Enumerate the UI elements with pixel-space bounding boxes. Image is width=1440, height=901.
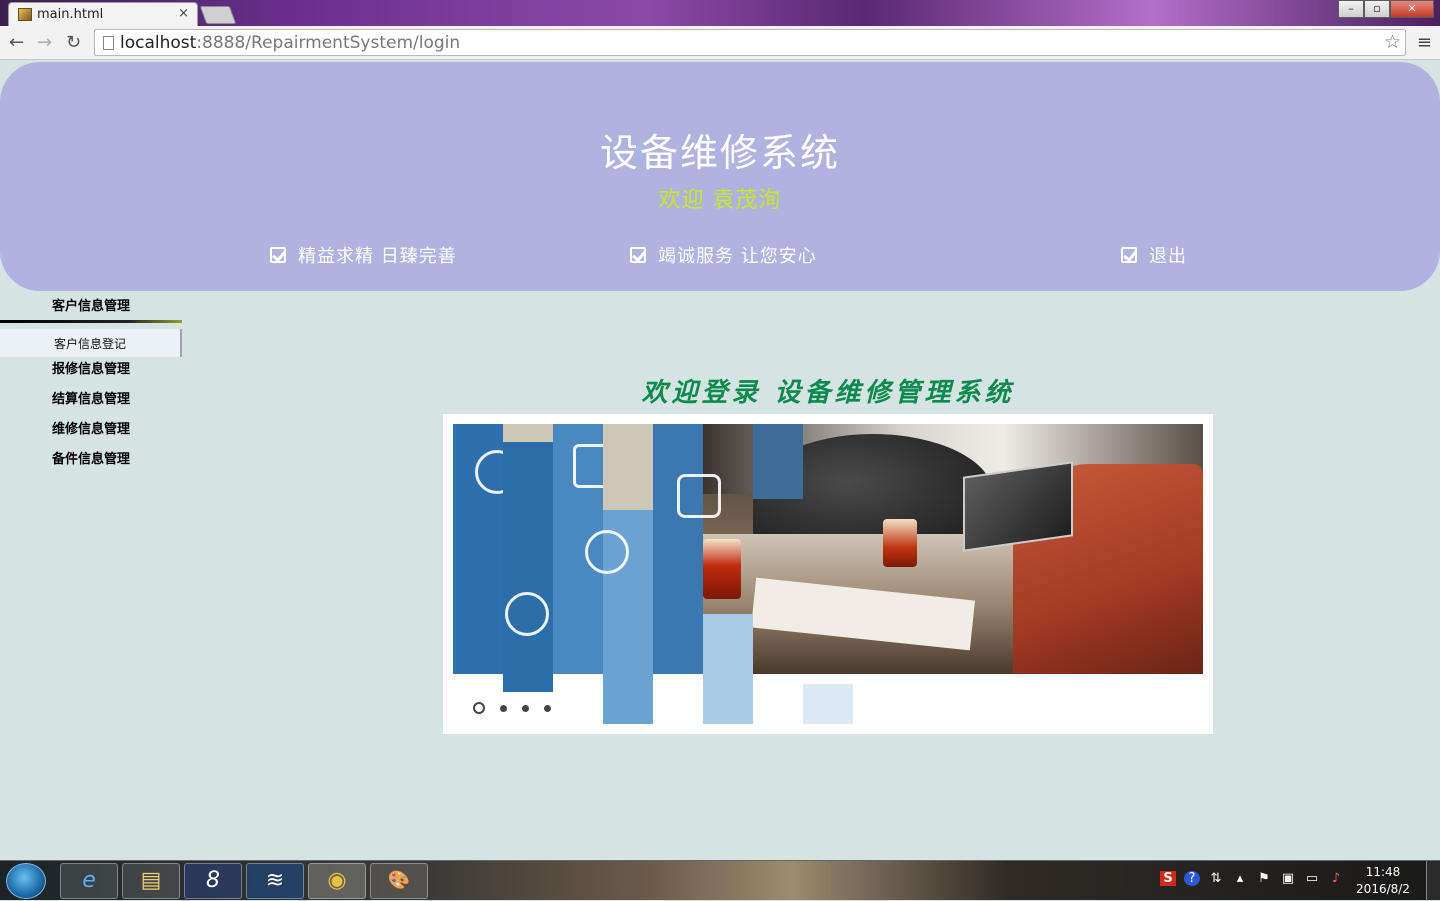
help-icon[interactable]: ? (1184, 871, 1200, 886)
site-title: 设备维修系统 (599, 131, 840, 175)
header-link-slogan-1[interactable]: 精益求精 日臻完善 (270, 242, 457, 268)
browser-tab[interactable]: main.html × (8, 2, 198, 26)
back-button[interactable]: ← (9, 32, 24, 53)
show-hidden-icon[interactable]: ▴ (1232, 871, 1248, 886)
device-icon (585, 530, 629, 574)
image-slider[interactable] (443, 414, 1213, 734)
tab-title: main.html (37, 7, 104, 22)
new-tab-button[interactable] (199, 6, 237, 24)
clock-time: 11:48 (1365, 865, 1401, 879)
paint-icon[interactable]: 🎨 (370, 863, 428, 899)
header-link-label: 竭诚服务 让您安心 (658, 246, 817, 267)
slider-dot-2[interactable] (500, 705, 507, 712)
transition-tile (803, 684, 853, 724)
header-link-slogan-2[interactable]: 竭诚服务 让您安心 (630, 242, 817, 268)
app-8-icon[interactable]: 8 (184, 863, 242, 899)
url-host: localhost (120, 33, 197, 53)
page-favicon-icon (18, 8, 32, 21)
volume-muted-icon[interactable]: ♪ (1328, 871, 1344, 886)
address-bar[interactable]: localhost:8888/RepairmentSystem/login ☆ (94, 29, 1406, 56)
welcome-user: 欢迎 袁茂洵 (658, 188, 782, 213)
document-icon (677, 474, 721, 518)
transition-tile (703, 614, 753, 724)
sidebar-item-repair-request[interactable]: 报修信息管理 (0, 359, 182, 389)
browser-menu-icon[interactable]: ≡ (1417, 32, 1432, 53)
slider-dots (473, 702, 551, 714)
reload-button[interactable]: ↻ (66, 32, 81, 53)
network-arrows-icon[interactable]: ⇅ (1208, 871, 1224, 886)
browser-toolbar: ← → ↻ localhost:8888/RepairmentSystem/lo… (0, 26, 1440, 60)
device-icon[interactable]: ▣ (1280, 871, 1296, 886)
logout-link[interactable]: 退出 (1121, 242, 1187, 268)
clock-date: 2016/8/2 (1356, 882, 1410, 896)
checkbox-icon (1121, 247, 1137, 263)
start-button[interactable] (6, 863, 46, 899)
user-icon (505, 592, 549, 636)
system-clock[interactable]: 11:48 2016/8/2 (1352, 864, 1414, 898)
window-controls: – ▫ ✕ (1338, 0, 1434, 18)
monitor-icon[interactable]: ▭ (1304, 871, 1320, 886)
sidebar-menu: 客户信息管理 客户信息登记 报修信息管理 结算信息管理 维修信息管理 备件信息管… (0, 296, 182, 479)
welcome-heading: 欢迎登录 设备维修管理系统 (641, 378, 1015, 408)
tab-close-icon[interactable]: × (178, 6, 189, 21)
show-desktop-button[interactable] (1426, 861, 1440, 901)
page-header: 设备维修系统 欢迎 袁茂洵 精益求精 日臻完善 竭诚服务 让您安心 退出 (0, 62, 1440, 291)
forward-button[interactable]: → (37, 32, 52, 53)
transition-tile (503, 442, 553, 692)
checkbox-icon (630, 247, 646, 263)
transition-tile (503, 424, 553, 442)
header-link-label: 精益求精 日臻完善 (298, 246, 457, 267)
transition-tile (653, 424, 721, 674)
file-explorer-icon[interactable]: ▤ (122, 863, 180, 899)
header-link-label: 退出 (1149, 246, 1187, 267)
windows-taskbar: e ▤ 8 ≋ ◉ 🎨 S ? ⇅ ▴ ⚑ ▣ ▭ ♪ 11:48 2016/8… (0, 860, 1440, 901)
checkbox-icon (270, 247, 286, 263)
browser-title-bar: main.html × – ▫ ✕ (0, 0, 1440, 26)
slider-dot-3[interactable] (522, 705, 529, 712)
submenu-item-customer-register[interactable]: 客户信息登记 (0, 329, 182, 357)
page-icon (103, 36, 114, 50)
close-window-button[interactable]: ✕ (1390, 0, 1434, 18)
flag-icon[interactable]: ⚑ (1256, 871, 1272, 886)
system-tray: S ? ⇅ ▴ ⚑ ▣ ▭ ♪ (1160, 871, 1344, 886)
sidebar-item-settlement[interactable]: 结算信息管理 (0, 389, 182, 419)
slider-dot-4[interactable] (544, 705, 551, 712)
sidebar-item-spare-parts[interactable]: 备件信息管理 (0, 449, 182, 479)
bookmark-star-icon[interactable]: ☆ (1384, 31, 1401, 53)
sidebar-item-maintenance[interactable]: 维修信息管理 (0, 419, 182, 449)
minimize-button[interactable]: – (1338, 0, 1364, 18)
mysql-workbench-icon[interactable]: ≋ (246, 863, 304, 899)
maximize-button[interactable]: ▫ (1364, 0, 1390, 18)
transition-tile (453, 424, 519, 674)
slider-dot-1[interactable] (473, 702, 485, 714)
chrome-icon[interactable]: ◉ (308, 863, 366, 899)
internet-explorer-icon[interactable]: e (60, 863, 118, 899)
transition-tile (603, 424, 653, 510)
transition-tile (585, 510, 653, 724)
sogou-input-icon[interactable]: S (1160, 871, 1176, 886)
transition-tile (753, 424, 803, 499)
url-path: :8888/RepairmentSystem/login (196, 33, 461, 53)
